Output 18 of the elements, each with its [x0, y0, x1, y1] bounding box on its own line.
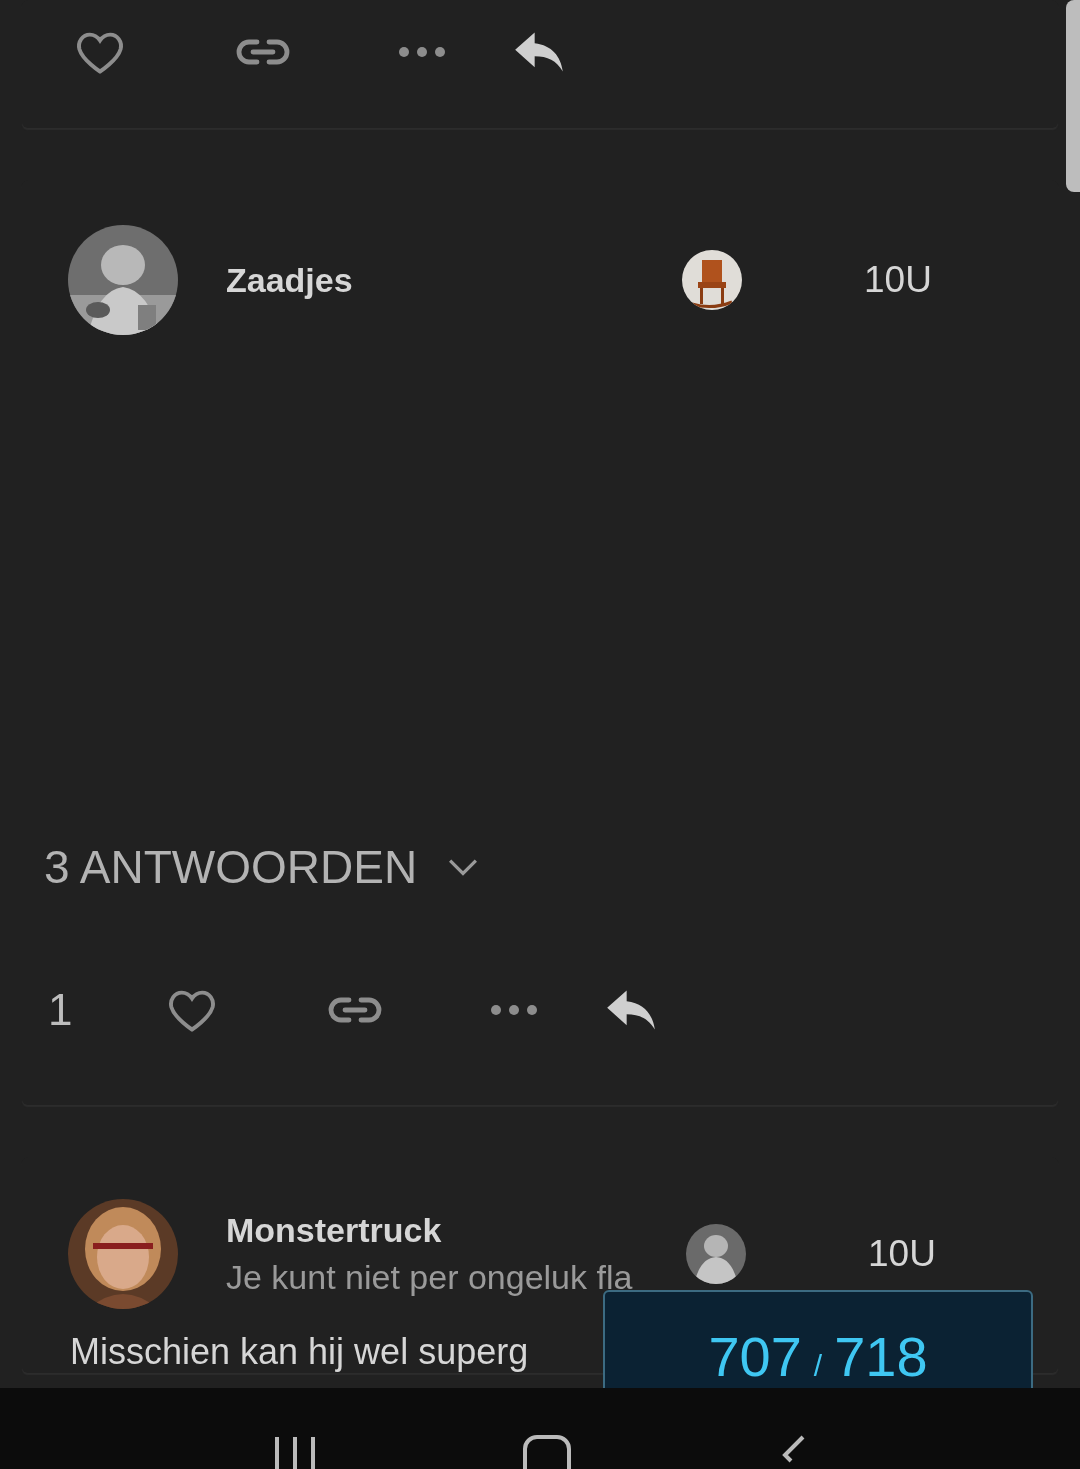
progress-panel[interactable]: 707 / 718: [603, 1290, 1033, 1388]
replies-toggle[interactable]: 3 ANTWOORDEN: [44, 832, 1058, 902]
separator: /: [813, 1349, 823, 1383]
recent-apps-icon[interactable]: [272, 1435, 317, 1469]
reply-icon[interactable]: [513, 30, 565, 74]
scrollbar[interactable]: [1066, 0, 1080, 192]
author-name[interactable]: Zaadjes: [226, 260, 686, 300]
current-post-number: 707: [708, 1324, 802, 1388]
more-icon[interactable]: [490, 1003, 538, 1016]
chevron-down-icon: [447, 858, 480, 876]
total-post-count: 718: [834, 1324, 928, 1388]
home-icon[interactable]: [522, 1435, 572, 1469]
post-body: Misschien kan hij wel superg: [70, 1331, 529, 1373]
post-time: 10U: [864, 259, 932, 301]
author-name[interactable]: Monstertruck: [226, 1211, 686, 1250]
more-icon[interactable]: [398, 46, 446, 58]
post-time: 10U: [868, 1233, 936, 1275]
like-count: 1: [47, 984, 74, 1035]
